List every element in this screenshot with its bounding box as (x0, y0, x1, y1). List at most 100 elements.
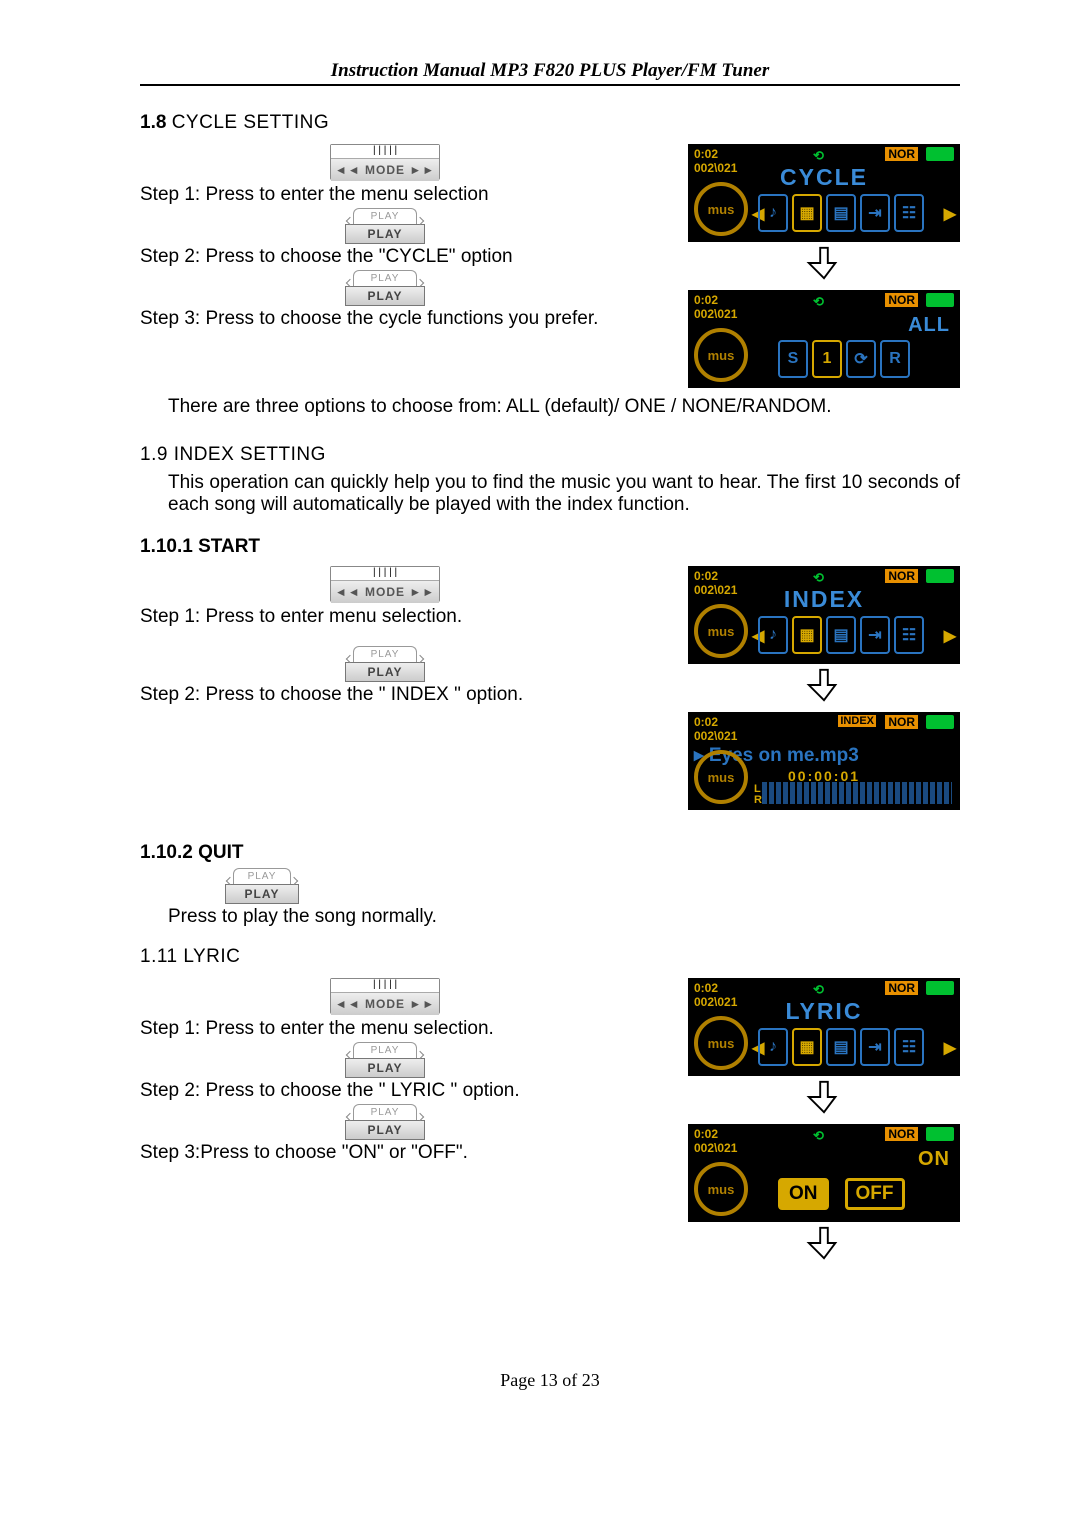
step-1-11-3: Step 3:Press to choose "ON" or "OFF". (140, 1142, 660, 1164)
lcd-loop-icon: ⟲ (813, 294, 824, 310)
lcd-battery-icon (926, 1127, 954, 1141)
down-arrow-icon (688, 244, 960, 286)
lcd-index-menu: 0:02 002\021 ⟲ NOR INDEX mus ◀ ♪ ▦ ▤ ⇥ ☷… (688, 566, 960, 664)
lcd-disc-icon: mus (694, 750, 748, 804)
lcd-cell: ▤ (826, 1028, 856, 1066)
lcd-arrow-right-icon: ▶ (944, 1038, 956, 1058)
lcd-arrow-right-icon: ▶ (944, 204, 956, 224)
lcd-battery-icon (926, 981, 954, 995)
step-text: Step 2: Press (140, 684, 259, 705)
lcd-index-badge: INDEX (838, 715, 876, 727)
step-1-10-2: Press to play the song normally. (168, 906, 768, 928)
play-button-top: PLAY (353, 1042, 417, 1058)
lcd-disc-icon: mus (694, 328, 748, 382)
lcd-time: 0:02 (694, 981, 718, 995)
heading-1-10-2: 1.10.2 QUIT (140, 842, 960, 864)
mode-button-label: ◄◄ MODE ►► (331, 993, 439, 1015)
lcd-lr-label: LR (754, 784, 762, 806)
lcd-cell: ♪ (758, 616, 788, 654)
lcd-cell: ▦ (792, 1028, 822, 1066)
step-text: to choose "ON" or "OFF". (254, 1142, 468, 1163)
step-text: to choose the " LYRIC " option. (259, 1080, 519, 1101)
mode-button-top: | | | | | (331, 145, 439, 159)
lcd-option-off: OFF (845, 1178, 905, 1210)
step-text: Step 2: Press (140, 1080, 259, 1101)
body-1-9: This operation can quickly help you to f… (168, 472, 960, 516)
page-header: Instruction Manual MP3 F820 PLUS Player/… (140, 58, 960, 86)
down-arrow-icon (688, 1224, 960, 1266)
play-button-icon: PLAY PLAY (345, 1042, 425, 1078)
lcd-cell: ☷ (894, 616, 924, 654)
step-text: Step 3:Press (140, 1142, 254, 1163)
lcd-arrow-right-icon: ▶ (944, 626, 956, 646)
lcd-battery-icon (926, 715, 954, 729)
lcd-cell: ⇥ (860, 194, 890, 232)
play-button-top: PLAY (233, 868, 291, 884)
lcd-nor-badge: NOR (885, 293, 918, 307)
lcd-nor-badge: NOR (885, 569, 918, 583)
heading-title: CYCLE SETTING (172, 112, 329, 133)
lcd-cell: R (880, 340, 910, 378)
play-button-label: PLAY (345, 662, 425, 682)
mode-button-icon: | | | | | ◄◄ MODE ►► (330, 144, 440, 180)
lcd-loop-icon: ⟲ (813, 982, 824, 998)
heading-1-11: 1.11 LYRIC (140, 946, 960, 968)
lcd-icon-row: ♪ ▦ ▤ ⇥ ☷ (758, 616, 924, 654)
down-arrow-icon (688, 666, 960, 708)
lcd-loop-icon: ⟲ (813, 1128, 824, 1144)
lcd-cycle-menu: 0:02 002\021 ⟲ NOR CYCLE mus ◀ ♪ ▦ ▤ ⇥ ☷… (688, 144, 960, 242)
lcd-cell: ☷ (894, 1028, 924, 1066)
step-1-8-1: Step 1: Press to enter the menu selectio… (140, 184, 660, 206)
lcd-loop-icon: ⟲ (813, 570, 824, 586)
step-1-10-1-2: Step 2: Press to choose the " INDEX " op… (140, 684, 660, 706)
step-text: Step 3: Press (140, 308, 259, 329)
play-button-icon: PLAY PLAY (345, 208, 425, 244)
step-text: to enter the menu selection. (259, 1018, 493, 1039)
step-1-8-3: Step 3: Press to choose the cycle functi… (140, 308, 660, 330)
lcd-cell: 1 (812, 340, 842, 378)
lcd-cycle-all: 0:02 002\021 ⟲ NOR ALL mus S 1 ⟳ R (688, 290, 960, 388)
step-text: to enter menu selection. (259, 606, 462, 627)
lcd-time: 0:02 (694, 293, 718, 307)
lcd-nor-badge: NOR (885, 1127, 918, 1141)
step-1-11-2: Step 2: Press to choose the " LYRIC " op… (140, 1080, 660, 1102)
lcd-cell: ☷ (894, 194, 924, 232)
lcd-loop-icon: ⟲ (813, 148, 824, 164)
play-button-top: PLAY (353, 208, 417, 224)
lcd-cell: ⇥ (860, 1028, 890, 1066)
lcd-icon-row: ♪ ▦ ▤ ⇥ ☷ (758, 1028, 924, 1066)
lcd-time: 0:02 (694, 1127, 718, 1141)
down-arrow-icon (688, 1078, 960, 1120)
step-1-11-1: Step 1: Press to enter the menu selectio… (140, 1018, 660, 1040)
lcd-cell: S (778, 340, 808, 378)
page-footer: Page 13 of 23 (140, 1370, 960, 1391)
heading-prefix: 1.8 (140, 112, 172, 133)
lcd-time: 0:02 (694, 569, 718, 583)
step-text: Step 2: Press (140, 246, 259, 267)
lcd-option-on: ON (778, 1178, 829, 1210)
note-1-8: There are three options to choose from: … (168, 396, 960, 418)
play-button-top: PLAY (353, 270, 417, 286)
play-button-top: PLAY (353, 646, 417, 662)
play-button-label: PLAY (345, 1058, 425, 1078)
step-text: to enter the menu selection (259, 184, 488, 205)
play-button-label: PLAY (345, 286, 425, 306)
lcd-cell: ♪ (758, 194, 788, 232)
step-text: Step 1: Press (140, 184, 259, 205)
step-text: Press (168, 906, 222, 927)
lcd-disc-icon: mus (694, 1016, 748, 1070)
lcd-cell: ▦ (792, 194, 822, 232)
lcd-index-playing: 0:02 002\021 INDEX NOR ▸ Eyes on me.mp3 … (688, 712, 960, 810)
step-1-10-1-1: Step 1: Press to enter menu selection. (140, 606, 660, 628)
play-button-icon: PLAY PLAY (345, 1104, 425, 1140)
step-text: to choose the "CYCLE" option (259, 246, 512, 267)
step-text: to choose the " INDEX " option. (259, 684, 523, 705)
lcd-nor-badge: NOR (885, 715, 918, 729)
step-1-8-2: Step 2: Press to choose the "CYCLE" opti… (140, 246, 660, 268)
heading-1-8: 1.8 CYCLE SETTING (140, 112, 960, 134)
heading-1-9: 1.9 INDEX SETTING (140, 444, 960, 466)
lcd-nor-badge: NOR (885, 981, 918, 995)
lcd-count: 002\021 (694, 729, 737, 743)
play-button-label: PLAY (345, 224, 425, 244)
lcd-battery-icon (926, 569, 954, 583)
